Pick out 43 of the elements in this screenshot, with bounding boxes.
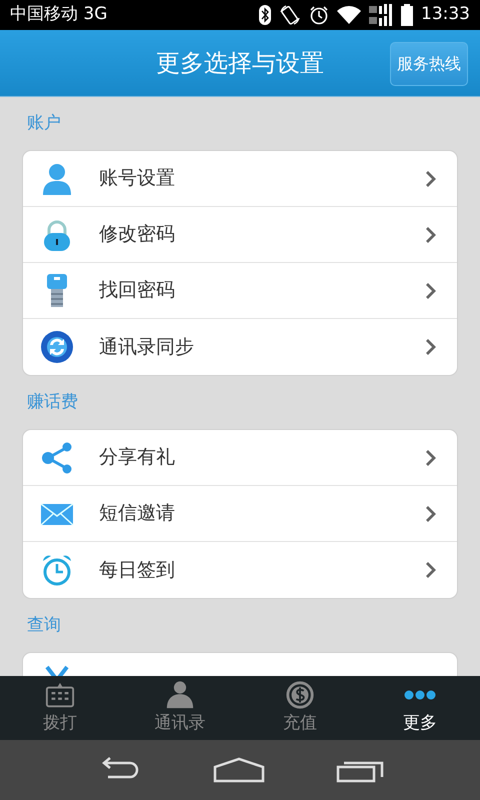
section-title: 查询 <box>26 614 62 637</box>
page-title: 更多选择与设置 <box>156 48 324 79</box>
chevron-icon <box>425 170 437 188</box>
alarm-icon <box>309 5 329 25</box>
menu-item[interactable]: 通讯录同步 <box>23 319 457 375</box>
tab[interactable]: 通讯录 <box>120 676 240 740</box>
battery-icon <box>401 4 413 26</box>
menu-item[interactable]: 短信邀请 <box>23 486 457 542</box>
wifi-icon <box>337 6 361 24</box>
menu-item-label: 每日签到 <box>99 558 176 583</box>
menu-item-label: 修改密码 <box>99 222 176 248</box>
alarm-clock-icon <box>40 553 74 587</box>
menu-item[interactable]: 分享有礼 <box>23 430 457 486</box>
chevron-icon <box>425 282 437 300</box>
rotate-icon <box>279 4 301 26</box>
clock-time: 13:33 <box>421 3 470 26</box>
chevron-icon <box>425 448 437 466</box>
chevron-icon <box>425 561 437 579</box>
menu-item-label: 通讯录同步 <box>99 334 195 360</box>
menu-item[interactable]: 账号设置 <box>23 151 457 207</box>
sync-icon <box>40 330 74 364</box>
chevron-icon <box>425 338 437 356</box>
bluetooth-icon <box>259 5 271 25</box>
menu-item[interactable]: 修改密码 <box>23 207 457 263</box>
carrier-name: 中国移动 3G <box>10 3 108 26</box>
share-icon <box>40 440 74 474</box>
menu-item[interactable]: 每日签到 <box>23 542 457 598</box>
menu-item-label: 分享有礼 <box>99 445 176 470</box>
person-icon <box>40 162 74 196</box>
section-title: 赚话费 <box>26 391 79 414</box>
tab[interactable]: 更多 <box>360 676 480 740</box>
signal-icon <box>369 4 393 26</box>
chevron-icon <box>425 226 437 244</box>
chevron-icon <box>425 504 437 522</box>
menu-item-label: 找回密码 <box>99 278 176 304</box>
menu-item[interactable]: 找回密码 <box>23 263 457 319</box>
tab[interactable]: 拨打 <box>0 676 120 740</box>
menu-item-label: 账号设置 <box>99 166 176 192</box>
tab[interactable]: 充值 <box>240 676 360 740</box>
more-dots-icon <box>402 690 438 700</box>
section-title: 账户 <box>26 112 62 135</box>
home-button[interactable] <box>212 757 265 783</box>
menu-item-label: 短信邀请 <box>99 501 176 526</box>
